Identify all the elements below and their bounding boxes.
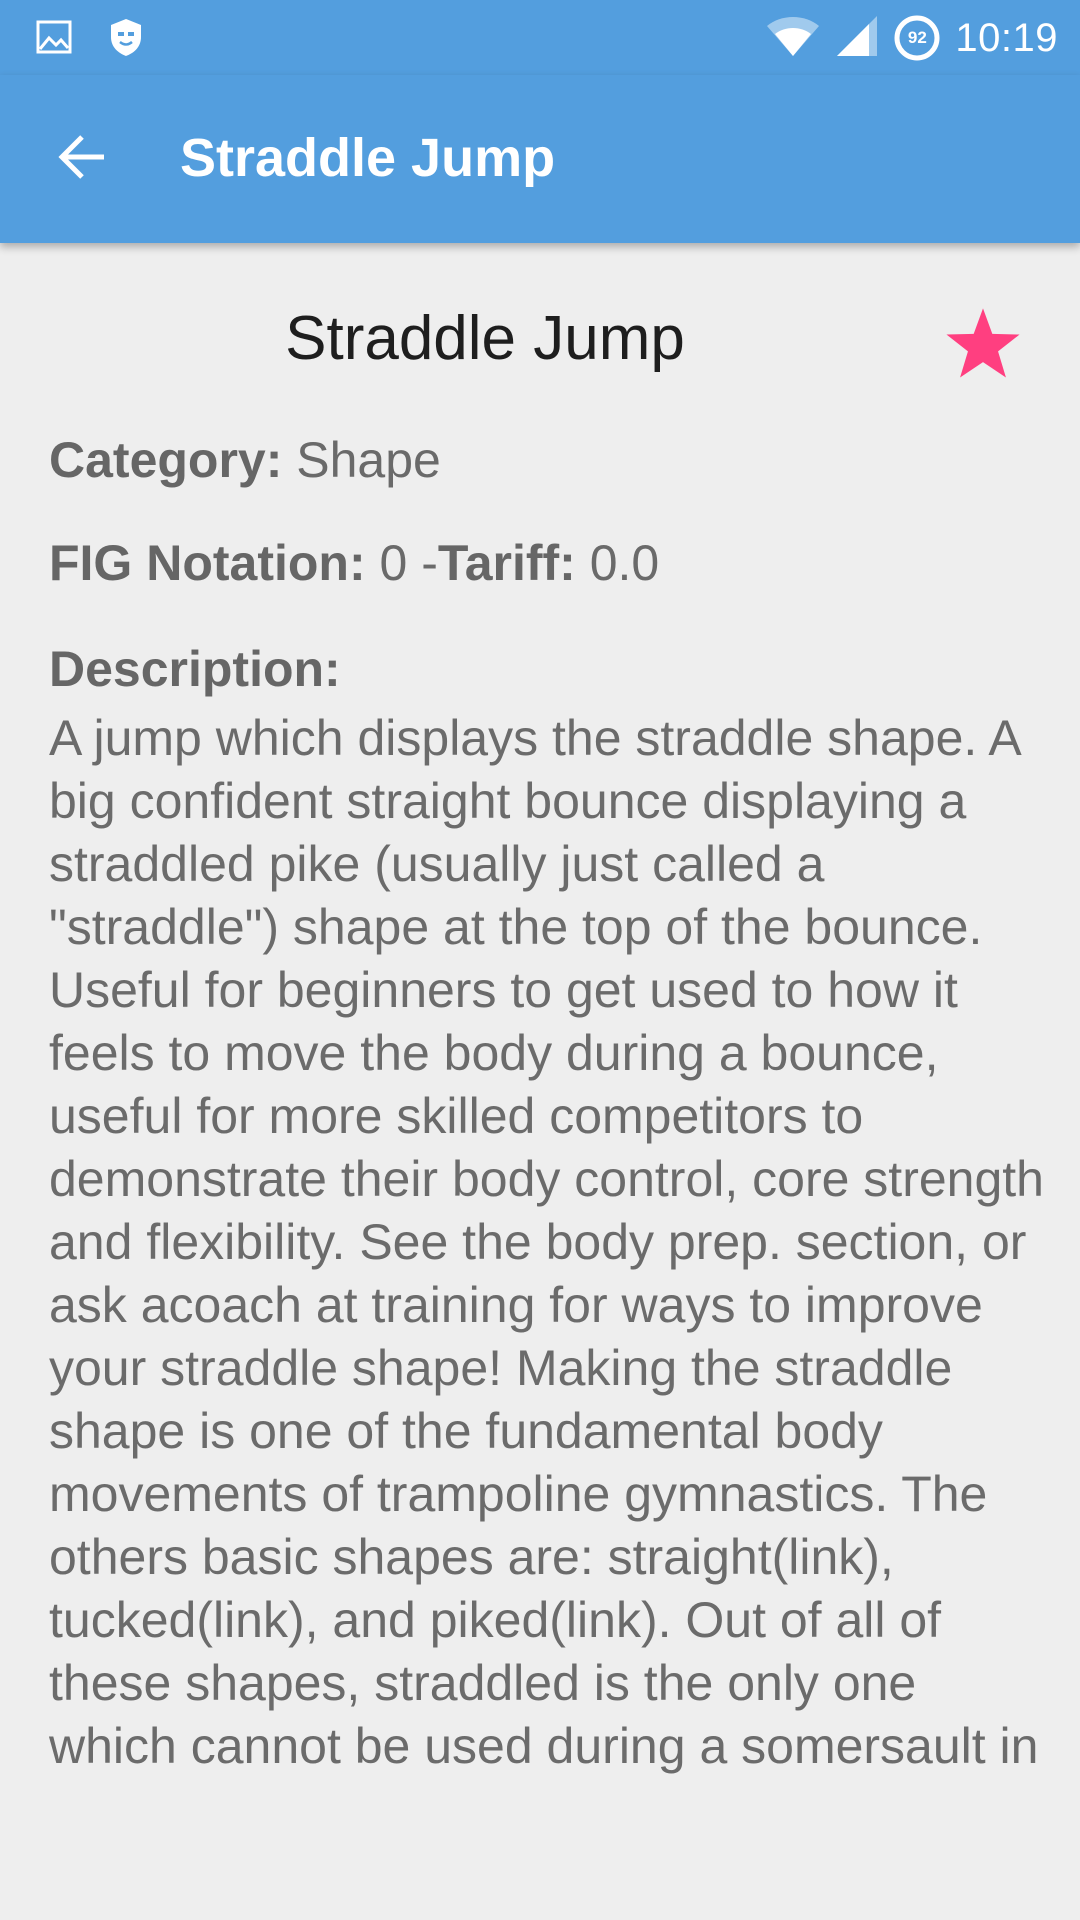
app-bar-title: Straddle Jump xyxy=(180,128,556,188)
fig-notation-row: FIG Notation: 0 -Tariff: 0.0 xyxy=(49,534,659,592)
description-label: Description: xyxy=(49,641,341,697)
favorite-button[interactable] xyxy=(940,303,1026,389)
skill-detail: Straddle Jump Category: Shape FIG Notati… xyxy=(0,243,1080,1920)
signal-icon xyxy=(835,14,879,63)
star-icon xyxy=(940,308,1026,393)
image-icon xyxy=(36,19,72,60)
description-text: A jump which displays the straddle shape… xyxy=(49,710,1044,1774)
back-button[interactable] xyxy=(40,117,124,201)
fig-notation-value: 0 - xyxy=(365,535,438,591)
arrow-left-icon xyxy=(56,131,108,188)
shield-icon xyxy=(108,17,144,62)
status-bar: 92 10:19 xyxy=(0,0,1080,75)
battery-level: 92 xyxy=(907,28,927,47)
wifi-icon xyxy=(765,14,821,63)
tariff-value: 0.0 xyxy=(575,535,660,591)
tariff-label: Tariff: xyxy=(437,535,576,591)
skill-title: Straddle Jump xyxy=(285,304,685,373)
status-bar-notifications xyxy=(36,17,144,62)
category-value: Shape xyxy=(282,432,441,488)
fig-notation-label: FIG Notation: xyxy=(49,535,366,591)
category-row: Category: Shape xyxy=(49,431,441,489)
battery-icon: 92 xyxy=(893,14,941,62)
category-label: Category: xyxy=(49,432,283,488)
app-bar: Straddle Jump xyxy=(0,75,1080,243)
status-time: 10:19 xyxy=(955,15,1058,60)
status-bar-system: 92 10:19 xyxy=(765,10,1058,66)
